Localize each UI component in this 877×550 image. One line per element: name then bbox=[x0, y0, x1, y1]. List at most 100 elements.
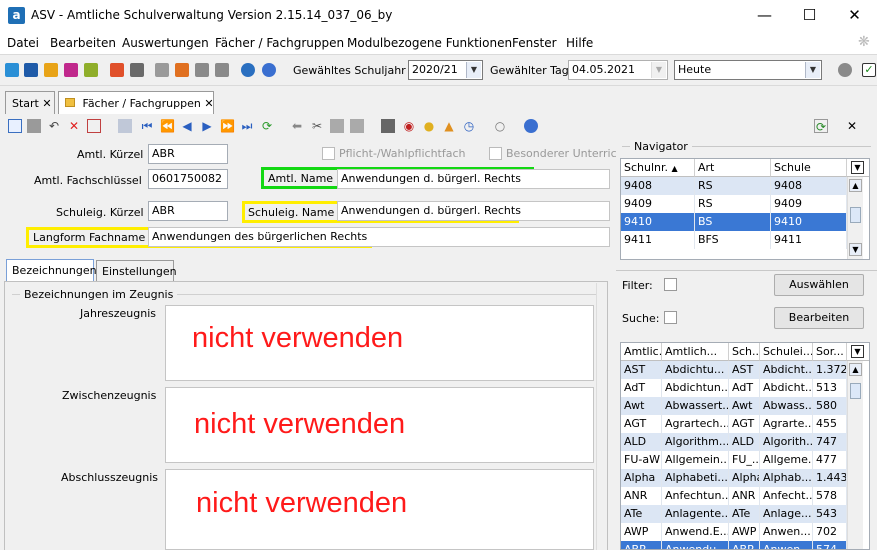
menu-hilfe[interactable]: Hilfe bbox=[566, 36, 593, 50]
close-icon[interactable]: ✕ bbox=[204, 97, 213, 110]
school-row[interactable]: 9411 BFS 9411 bbox=[621, 231, 847, 249]
col-sor[interactable]: Sor... bbox=[813, 343, 847, 361]
close-icon[interactable]: ✕ bbox=[832, 0, 877, 30]
help-icon[interactable] bbox=[262, 63, 276, 77]
auswaehlen-button[interactable]: Auswählen bbox=[774, 274, 864, 296]
faecher-row[interactable]: ABR Anwendu... ABR Anwen... 574 bbox=[621, 541, 847, 549]
delete-icon[interactable]: ✕ bbox=[67, 119, 81, 133]
faecher-row[interactable]: AGT Agrartech... AGT Agrarte... 455 bbox=[621, 415, 847, 433]
menu-fenster[interactable]: Fenster bbox=[512, 36, 557, 50]
chevron-down-icon[interactable]: ▼ bbox=[805, 62, 820, 78]
user-icon[interactable] bbox=[838, 63, 852, 77]
faecher-row[interactable]: AlphaAlphabeti...AlphaAlphab...1.443 bbox=[621, 469, 847, 487]
scroll-thumb[interactable] bbox=[850, 383, 861, 399]
print-icon[interactable] bbox=[381, 119, 395, 133]
tab-bezeichnungen[interactable]: Bezeichnungen bbox=[6, 259, 97, 281]
attach-icon[interactable]: ○ bbox=[493, 119, 507, 133]
faecher-row[interactable]: AWP Anwend.E... AWP Anwen... 702 bbox=[621, 523, 847, 541]
new-icon[interactable] bbox=[8, 119, 22, 133]
filter-checkbox[interactable] bbox=[664, 278, 677, 291]
school-scrollbar[interactable]: ▲ ▼ bbox=[847, 177, 863, 259]
faecher-row[interactable]: ALD Algorithm... ALD Algorith... 747 bbox=[621, 433, 847, 451]
menu-faecher[interactable]: Fächer / Fachgruppen bbox=[215, 36, 344, 50]
menu-auswertungen[interactable]: Auswertungen bbox=[122, 36, 209, 50]
bulb-icon[interactable]: ● bbox=[422, 119, 436, 133]
form-scrollbar[interactable] bbox=[596, 283, 607, 550]
schuleig-name-field[interactable]: Anwendungen d. bürgerl. Rechts bbox=[337, 201, 610, 221]
col-schule[interactable]: Schule bbox=[771, 159, 847, 177]
users-icon[interactable] bbox=[5, 63, 19, 77]
window-icon[interactable] bbox=[175, 63, 189, 77]
undo-icon[interactable]: ↶ bbox=[47, 119, 61, 133]
clock-icon[interactable]: ◷ bbox=[462, 119, 476, 133]
tag-input[interactable]: 04.05.2021 ▼ bbox=[568, 60, 668, 80]
checkmark-icon[interactable]: ✓ bbox=[862, 63, 876, 77]
col-amtlich[interactable]: Amtlich... bbox=[662, 343, 729, 361]
help-icon[interactable] bbox=[524, 119, 538, 133]
last-icon[interactable]: ⏭ bbox=[240, 119, 254, 133]
document-icon[interactable] bbox=[130, 63, 144, 77]
schuljahr-select[interactable]: 2020/21 ▼ bbox=[408, 60, 483, 80]
cut-icon[interactable]: ✂ bbox=[310, 119, 324, 133]
langform-field[interactable]: Anwendungen des bürgerlichen Rechts bbox=[148, 227, 610, 247]
copy-icon[interactable] bbox=[330, 119, 344, 133]
save-icon[interactable] bbox=[27, 119, 41, 133]
scroll-down-icon[interactable]: ▼ bbox=[849, 243, 862, 256]
cancel-icon[interactable] bbox=[87, 119, 101, 133]
amtl-kuerzel-field[interactable]: ABR bbox=[148, 144, 228, 164]
faecher-row[interactable]: AST Abdichtu... AST Abdicht... 1.372 bbox=[621, 361, 847, 379]
note-icon[interactable] bbox=[84, 63, 98, 77]
col-art[interactable]: Art bbox=[695, 159, 771, 177]
broom-icon[interactable]: ▲ bbox=[442, 119, 456, 133]
sync-icon[interactable]: ⟳ bbox=[814, 119, 828, 134]
close-icon[interactable]: ✕ bbox=[42, 97, 51, 110]
faecher-row[interactable]: FU-aWI Allgemein... FU_... Allgeme... 477 bbox=[621, 451, 847, 469]
heute-select[interactable]: Heute ▼ bbox=[674, 60, 822, 80]
scroll-up-icon[interactable]: ▲ bbox=[849, 179, 862, 192]
besonderer-checkbox[interactable] bbox=[489, 147, 502, 160]
school-row[interactable]: 9408 RS 9408 bbox=[621, 177, 847, 195]
chevron-down-icon[interactable]: ▼ bbox=[651, 62, 666, 78]
refresh-icon[interactable]: ⟳ bbox=[260, 119, 274, 133]
arrow-left-icon[interactable]: ⬅ bbox=[290, 119, 304, 133]
minimize-icon[interactable]: — bbox=[742, 0, 787, 30]
menu-bearbeiten[interactable]: Bearbeiten bbox=[50, 36, 116, 50]
tab-faecher[interactable]: Fächer / Fachgruppen ✕ bbox=[58, 91, 214, 114]
col-amtlic[interactable]: Amtlic... bbox=[621, 343, 662, 361]
col-schulnr[interactable]: Schulnr. ▲ bbox=[621, 159, 695, 177]
close-icon[interactable]: ✕ bbox=[845, 119, 859, 133]
col-sch[interactable]: Sch... bbox=[729, 343, 760, 361]
lightning-icon[interactable] bbox=[195, 63, 209, 77]
amtl-fachschluessel-field[interactable]: 0601750082 bbox=[148, 169, 228, 189]
prev-icon[interactable]: ◀ bbox=[180, 119, 194, 133]
suche-checkbox[interactable] bbox=[664, 311, 677, 324]
paste-icon[interactable] bbox=[350, 119, 364, 133]
menu-modulbezogene[interactable]: Modulbezogene Funktionen bbox=[347, 36, 512, 50]
school-row[interactable]: 9409 RS 9409 bbox=[621, 195, 847, 213]
tab-start[interactable]: Start ✕ bbox=[5, 91, 55, 114]
maximize-icon[interactable]: ☐ bbox=[787, 0, 832, 30]
tab-einstellungen[interactable]: Einstellungen bbox=[96, 260, 177, 281]
rewind-icon[interactable]: ⏪ bbox=[160, 119, 175, 133]
amtl-name-field[interactable]: Anwendungen d. bürgerl. Rechts bbox=[337, 169, 610, 189]
view-icon[interactable]: ◉ bbox=[402, 119, 416, 133]
lightning2-icon[interactable] bbox=[215, 63, 229, 77]
bearbeiten-button[interactable]: Bearbeiten bbox=[774, 307, 864, 329]
column-chooser-icon[interactable]: ▼ bbox=[847, 159, 869, 177]
grid-icon[interactable] bbox=[118, 119, 132, 133]
faecher-row[interactable]: ANR Anfechtun... ANR Anfecht... 578 bbox=[621, 487, 847, 505]
faecher-row[interactable]: AdT Abdichtun... AdT Abdicht... 513 bbox=[621, 379, 847, 397]
bus-icon[interactable] bbox=[24, 63, 38, 77]
chevron-down-icon[interactable]: ▼ bbox=[466, 62, 481, 78]
faecher-row[interactable]: ATe Anlagente... ATe Anlage... 543 bbox=[621, 505, 847, 523]
next-icon[interactable]: ▶ bbox=[200, 119, 214, 133]
info-icon[interactable] bbox=[241, 63, 255, 77]
first-icon[interactable]: ⏮ bbox=[140, 119, 154, 133]
board-icon[interactable] bbox=[64, 63, 78, 77]
book-icon[interactable] bbox=[110, 63, 124, 77]
forward-icon[interactable]: ⏩ bbox=[220, 119, 235, 133]
scroll-thumb[interactable] bbox=[850, 207, 861, 223]
calendar-icon[interactable] bbox=[155, 63, 169, 77]
col-schulei[interactable]: Schulei... bbox=[760, 343, 813, 361]
scroll-up-icon[interactable]: ▲ bbox=[849, 363, 862, 376]
